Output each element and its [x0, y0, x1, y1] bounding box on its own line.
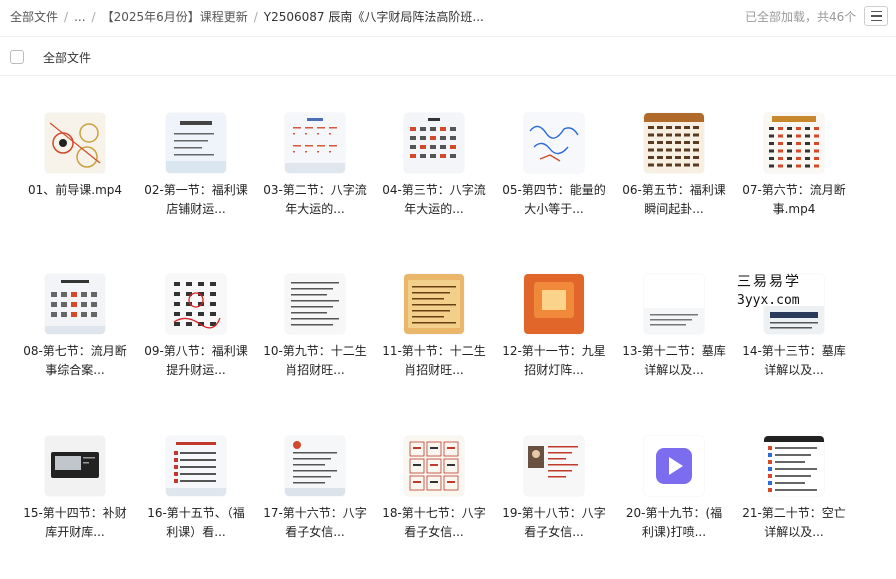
file-thumbnail [764, 113, 824, 173]
file-item[interactable]: 06-第五节：福利课 瞬间起卦... [618, 113, 730, 219]
file-thumbnail [285, 274, 345, 334]
file-thumbnail [45, 436, 105, 496]
file-thumbnail [644, 274, 704, 334]
file-name: 15-第十四节：补财库开财库... [23, 506, 127, 539]
file-item[interactable]: 13-第十二节：墓库详解以及... [618, 274, 730, 380]
file-name: 14-第十三节：墓库详解以及... [742, 344, 846, 377]
file-name: 09-第八节：福利课 提升财运... [144, 344, 248, 377]
file-name: 03-第二节：八字流年大运的... [263, 183, 367, 216]
file-thumbnail [404, 274, 464, 334]
file-name: 18-第十七节：八字看子女信... [382, 506, 486, 539]
file-thumbnail [644, 113, 704, 173]
file-item[interactable]: 05-第四节：能量的大小等于... [498, 113, 610, 219]
file-name: 01、前导课.mp4 [27, 183, 123, 197]
file-item[interactable]: 12-第十一节：九星招财灯阵... [498, 274, 610, 380]
file-item[interactable]: 04-第三节：八字流年大运的... [378, 113, 490, 219]
file-name: 05-第四节：能量的大小等于... [502, 183, 606, 216]
file-item[interactable]: 18-第十七节：八字看子女信... [378, 436, 490, 542]
file-thumbnail [524, 436, 584, 496]
file-item[interactable]: 03-第二节：八字流年大运的... [259, 113, 371, 219]
file-name: 07-第六节：流月断事.mp4 [742, 183, 846, 216]
file-thumbnail [524, 274, 584, 334]
watermark-url: 3yyx.com [737, 293, 800, 308]
file-name: 04-第三节：八字流年大运的... [382, 183, 486, 216]
file-name: 11-第十节：十二生肖招财旺... [382, 344, 486, 377]
file-thumbnail [45, 274, 105, 334]
file-item[interactable]: 07-第六节：流月断事.mp4 [738, 113, 850, 219]
file-thumbnail [524, 113, 584, 173]
file-thumbnail [45, 113, 105, 173]
file-item[interactable]: 02-第一节：福利课 店铺财运... [140, 113, 252, 219]
file-name: 02-第一节：福利课 店铺财运... [144, 183, 248, 216]
file-item[interactable]: 15-第十四节：补财库开财库... [19, 436, 131, 542]
file-item[interactable]: 01、前导课.mp4 [19, 113, 131, 200]
file-name: 08-第七节：流月断事综合案... [23, 344, 127, 377]
file-thumbnail [166, 436, 226, 496]
file-thumbnail [285, 436, 345, 496]
file-name: 12-第十一节：九星招财灯阵... [502, 344, 606, 377]
file-name: 06-第五节：福利课 瞬间起卦... [622, 183, 726, 216]
file-thumbnail [404, 113, 464, 173]
file-item[interactable]: 16-第十五节、（福利课）看... [140, 436, 252, 542]
watermark-text: 三易易学 [737, 274, 801, 290]
file-name: 16-第十五节、（福利课）看... [147, 506, 245, 539]
file-thumbnail [166, 274, 226, 334]
file-thumbnail [166, 113, 226, 173]
video-file-icon [644, 436, 704, 496]
file-item[interactable]: 19-第十八节：八字看子女信... [498, 436, 610, 542]
file-item[interactable]: 11-第十节：十二生肖招财旺... [378, 274, 490, 380]
file-thumbnail [404, 436, 464, 496]
file-thumbnail [285, 113, 345, 173]
file-name: 20-第十九节：(福利课)打喷... [625, 506, 723, 539]
file-name: 13-第十二节：墓库详解以及... [622, 344, 726, 377]
file-item[interactable]: 08-第七节：流月断事综合案... [19, 274, 131, 380]
file-name: 10-第九节：十二生肖招财旺... [263, 344, 367, 377]
file-item[interactable]: 17-第十六节：八字看子女信... [259, 436, 371, 542]
file-name: 21-第二十节：空亡详解以及... [742, 506, 846, 539]
file-item[interactable]: 20-第十九节：(福利课)打喷... [618, 436, 730, 542]
file-item[interactable]: 21-第二十节：空亡详解以及... [738, 436, 850, 542]
file-item[interactable]: 09-第八节：福利课 提升财运... [140, 274, 252, 380]
file-item[interactable]: 10-第九节：十二生肖招财旺... [259, 274, 371, 380]
file-thumbnail [764, 436, 824, 496]
file-name: 19-第十八节：八字看子女信... [502, 506, 606, 539]
file-name: 17-第十六节：八字看子女信... [263, 506, 367, 539]
